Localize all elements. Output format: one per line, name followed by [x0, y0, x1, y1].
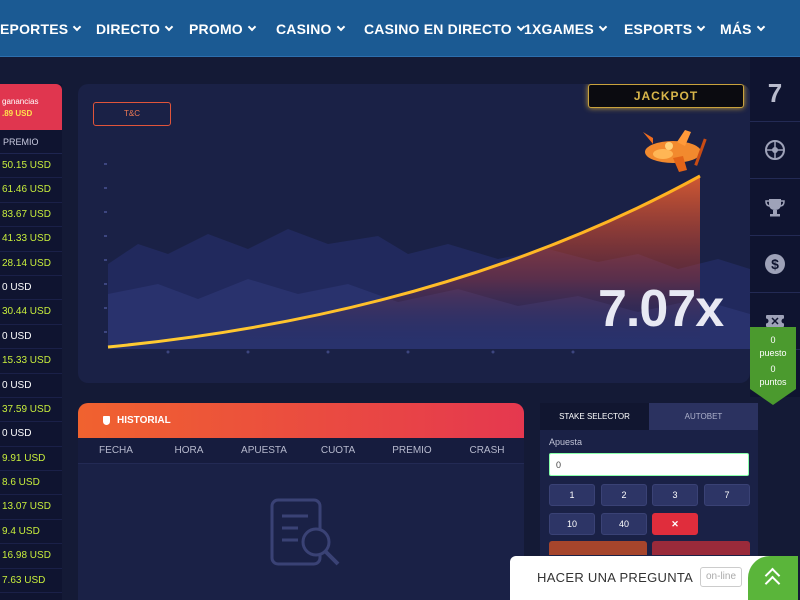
empty-search-icon [270, 498, 340, 566]
chip-40[interactable]: 40 [601, 513, 647, 535]
seven-icon: 7 [767, 77, 783, 108]
chevron-down-icon [756, 22, 765, 31]
plane-icon [643, 130, 707, 172]
history-col-fecha: FECHA [99, 445, 133, 456]
winners-header-amount: .89 USD [2, 109, 33, 118]
winner-row: 15.33 USD [0, 349, 62, 374]
winner-row: 28.14 USD [0, 252, 62, 276]
chevron-down-icon [164, 22, 174, 31]
history-col-premio: PREMIO [392, 445, 432, 456]
roulette-icon [765, 140, 785, 160]
rail-item-seven[interactable]: 7 [750, 65, 800, 122]
winner-row: 0 USD [0, 422, 62, 447]
winners-sidebar: ganancias .89 USD PREMIO 50.15 USD 61.46 … [0, 84, 62, 600]
chip-2[interactable]: 2 [601, 484, 647, 506]
history-col-hora: HORA [174, 445, 204, 456]
bet-button-right[interactable] [652, 541, 750, 555]
nav-item-1xgames[interactable]: 1XGAMES [524, 0, 608, 57]
trophy-icon [765, 199, 785, 217]
score-puesto-label: puesto [759, 348, 787, 358]
history-col-apuesta: APUESTA [241, 445, 287, 456]
rail-item-trophy[interactable] [750, 179, 800, 236]
nav-item-deportes[interactable]: EPORTES [0, 0, 82, 57]
history-title: HISTORIAL [117, 415, 171, 426]
winners-header-label: ganancias [2, 97, 39, 106]
x-axis-dots [166, 350, 575, 354]
tab-stake-selector[interactable]: STAKE SELECTOR [540, 403, 649, 430]
history-header: HISTORIAL [78, 403, 524, 438]
score-puesto-value: 0 [770, 335, 776, 345]
winner-row: 13.07 USD [0, 495, 62, 520]
winner-row: 50.15 USD [0, 154, 62, 179]
winners-column-label: PREMIO [0, 130, 62, 154]
expand-chat-button[interactable] [748, 556, 798, 600]
ask-question-widget[interactable]: HACER UNA PREGUNTA on-line [510, 556, 798, 600]
tab-autobet[interactable]: AUTOBET [649, 403, 758, 430]
winner-row: 0 USD [0, 325, 62, 350]
chevron-down-icon [73, 22, 82, 31]
winner-row: 0 USD [0, 374, 62, 398]
y-axis-dashes [104, 163, 107, 333]
jackpot-badge: JACKPOT [588, 84, 744, 108]
winner-row: 61.46 USD [0, 178, 62, 203]
winner-row: 9.4 USD [0, 520, 62, 545]
history-columns: FECHA HORA APUESTA CUOTA PREMIO CRASH [78, 438, 524, 464]
chip-10[interactable]: 10 [549, 513, 595, 535]
terms-button[interactable]: T&C [93, 102, 171, 126]
winners-header: ganancias .89 USD [0, 84, 62, 130]
winner-row: 30.44 USD [0, 300, 62, 325]
chevron-down-icon [598, 22, 608, 31]
crash-game-area: T&C JACKPOT 7.07x [78, 84, 750, 383]
nav-item-esports[interactable]: ESPORTS [624, 0, 706, 57]
nav-item-directo[interactable]: DIRECTO [96, 0, 174, 57]
multiplier-value: 7.07x [598, 280, 724, 338]
dollar-icon: $ [765, 254, 785, 274]
history-panel: HISTORIAL FECHA HORA APUESTA CUOTA PREMI… [78, 403, 524, 600]
chevron-down-icon [336, 22, 345, 31]
top-nav: EPORTES DIRECTO PROMO CASINO CASINO EN D… [0, 0, 800, 57]
ask-question-label: HACER UNA PREGUNTA [537, 570, 694, 585]
winner-row: 8.6 USD [0, 471, 62, 496]
score-puntos-value: 0 [770, 364, 776, 374]
online-status-badge: on-line [700, 567, 742, 587]
shield-icon [103, 416, 110, 425]
chip-1[interactable]: 1 [549, 484, 595, 506]
apuesta-label: Apuesta [549, 437, 583, 447]
winner-row: 83.67 USD [0, 203, 62, 228]
svg-text:$: $ [771, 256, 779, 272]
winner-row: 9.91 USD [0, 447, 62, 472]
rail-item-roulette[interactable] [750, 122, 800, 179]
winner-row: 16.98 USD [0, 544, 62, 569]
nav-item-casino-en-directo[interactable]: CASINO EN DIRECTO [364, 0, 526, 57]
apuesta-input[interactable] [549, 453, 749, 476]
nav-item-mas[interactable]: MÁS [720, 0, 765, 57]
score-flag[interactable]: 0 puesto 0 puntos [750, 327, 800, 407]
chevron-down-icon [697, 22, 706, 31]
nav-item-promo[interactable]: PROMO [189, 0, 257, 57]
score-puntos-label: puntos [759, 377, 787, 387]
winner-row: 37.59 USD [0, 398, 62, 423]
history-col-crash: CRASH [469, 445, 505, 456]
winners-list: 50.15 USD 61.46 USD 83.67 USD 41.33 USD 28.1… [0, 154, 62, 594]
bet-button-left[interactable] [549, 541, 647, 555]
clear-bet-button[interactable]: ✕ [652, 513, 698, 535]
history-col-cuota: CUOTA [320, 445, 356, 456]
nav-item-casino[interactable]: CASINO [276, 0, 345, 57]
chip-7[interactable]: 7 [704, 484, 750, 506]
rail-item-dollar[interactable]: $ [750, 236, 800, 293]
winner-row: 7.63 USD [0, 569, 62, 594]
chip-3[interactable]: 3 [652, 484, 698, 506]
winner-row: 41.33 USD [0, 227, 62, 252]
chevron-down-icon [247, 22, 257, 31]
winner-row: 0 USD [0, 276, 62, 301]
bet-tabs: STAKE SELECTOR AUTOBET [540, 403, 758, 430]
